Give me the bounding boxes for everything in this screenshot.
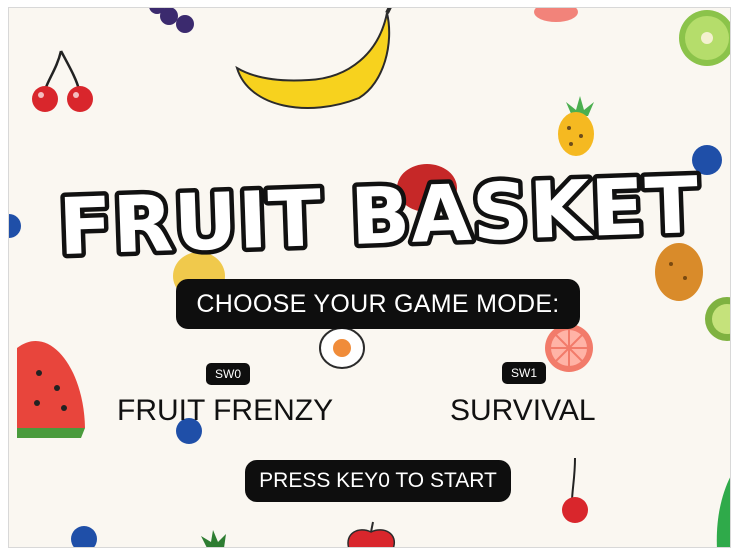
mode-option-fruit-frenzy[interactable]: FRUIT FRENZY — [117, 394, 333, 428]
switch-label-sw1: SW1 — [502, 362, 546, 384]
start-button[interactable]: PRESS KEY0 TO START — [245, 460, 511, 502]
mode-option-survival[interactable]: SURVIVAL — [450, 394, 596, 428]
game-screen: FRUIT BASKET CHOOSE YOUR GAME MODE: SW0 … — [8, 7, 731, 548]
switch-label-sw0: SW0 — [206, 363, 250, 385]
choose-mode-prompt: CHOOSE YOUR GAME MODE: — [176, 279, 580, 329]
game-title-outline: FRUIT BASKET — [57, 161, 701, 273]
